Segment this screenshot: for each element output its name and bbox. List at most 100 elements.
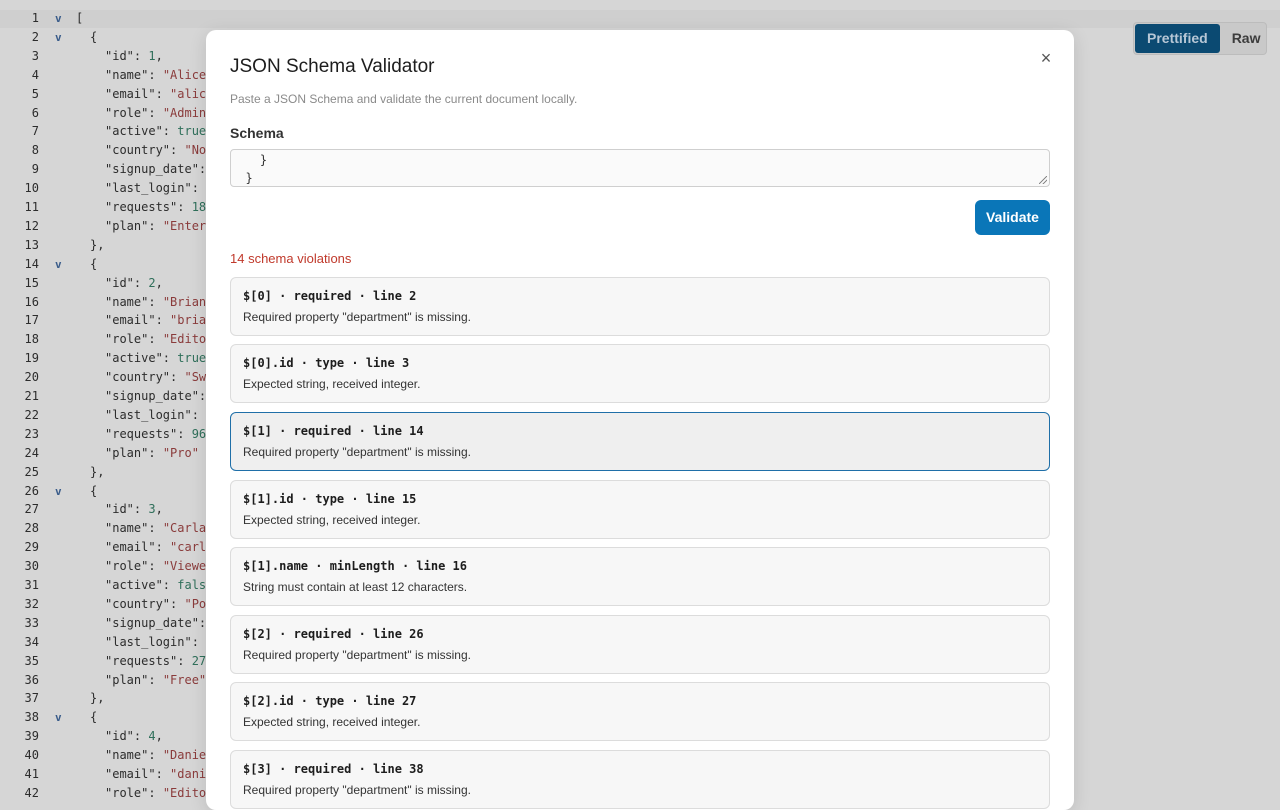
code-text: "last_login": bbox=[105, 633, 199, 652]
close-icon[interactable]: × bbox=[1038, 48, 1054, 68]
line-number: 11 bbox=[24, 200, 39, 214]
line-number: 36 bbox=[24, 672, 39, 687]
line-number: 1 bbox=[31, 11, 39, 25]
code-text: [ bbox=[76, 9, 83, 28]
violation-path: $[0].id · type · line 3 bbox=[243, 356, 410, 370]
validate-button[interactable]: Validate bbox=[975, 200, 1050, 235]
line-number: 2 bbox=[31, 29, 39, 44]
code-token: 4 bbox=[148, 729, 156, 744]
code-text: "name": "Brian bbox=[105, 293, 206, 312]
code-token: "email" bbox=[105, 540, 156, 555]
code-token: , bbox=[155, 502, 163, 517]
code-text: "role": "Viewe bbox=[105, 557, 206, 576]
code-token: true bbox=[177, 124, 207, 139]
line-number: 15 bbox=[24, 275, 39, 290]
violation-item[interactable]: $[1] · required · line 14 Required proper… bbox=[230, 412, 1050, 471]
violation-item[interactable]: $[1].name · minLength · line 16 String mu… bbox=[230, 547, 1050, 606]
code-text: "active": true bbox=[105, 349, 206, 368]
code-token: "Enter bbox=[162, 218, 207, 233]
code-token: "Alice bbox=[162, 67, 207, 82]
code-token: "active" bbox=[105, 124, 163, 139]
code-token: "bria bbox=[170, 313, 207, 328]
raw-button[interactable]: Raw bbox=[1220, 24, 1273, 53]
code-text: "signup_date": bbox=[105, 160, 206, 179]
violation-path: $[3] · required · line 38 bbox=[243, 762, 424, 776]
code-token: "name" bbox=[105, 521, 149, 536]
fold-toggle-icon[interactable]: v bbox=[55, 482, 65, 501]
schema-line: } bbox=[231, 171, 253, 185]
code-text: "active": true bbox=[105, 122, 206, 141]
code-token: "role" bbox=[105, 332, 149, 347]
line-number: 16 bbox=[24, 294, 39, 309]
fold-toggle-icon[interactable]: v bbox=[55, 708, 65, 727]
code-token: fals bbox=[177, 578, 207, 592]
code-token: "alic bbox=[170, 86, 207, 101]
violations-count: 14 schema violations bbox=[230, 251, 352, 266]
dialog-title: JSON Schema Validator bbox=[230, 56, 435, 77]
code-token: "id" bbox=[105, 275, 134, 290]
violation-item[interactable]: $[2] · required · line 26 Required proper… bbox=[230, 615, 1050, 674]
violation-path: $[2] · required · line 26 bbox=[243, 627, 424, 641]
code-token: "active" bbox=[105, 351, 163, 366]
violation-item[interactable]: $[3] · required · line 38 Required proper… bbox=[230, 750, 1050, 809]
code-token: : bbox=[148, 105, 163, 120]
code-token: "Edito bbox=[162, 332, 207, 347]
code-text: "requests": 18 bbox=[105, 198, 206, 217]
code-token: "requests" bbox=[105, 200, 178, 214]
schema-textarea[interactable]: } } bbox=[230, 149, 1050, 187]
line-number: 30 bbox=[24, 559, 39, 574]
violation-path: $[1].name · minLength · line 16 bbox=[243, 559, 467, 573]
code-token: : bbox=[191, 634, 199, 649]
line-number: 32 bbox=[24, 596, 39, 611]
code-token: : bbox=[170, 596, 185, 611]
code-token: "name" bbox=[105, 294, 149, 309]
code-token: 27 bbox=[191, 653, 207, 668]
prettified-button[interactable]: Prettified bbox=[1135, 24, 1220, 53]
code-token: "name" bbox=[105, 748, 149, 763]
code-token: : bbox=[177, 426, 192, 441]
code-text: "plan": "Pro" bbox=[105, 444, 199, 463]
line-number: 12 bbox=[24, 218, 39, 233]
violation-item[interactable]: $[2].id · type · line 27 Expected string,… bbox=[230, 682, 1050, 741]
code-token: }, bbox=[90, 237, 105, 252]
fold-toggle-icon[interactable]: v bbox=[55, 9, 65, 28]
code-text: { bbox=[90, 255, 97, 274]
line-number: 6 bbox=[31, 105, 39, 120]
code-token: "plan" bbox=[105, 672, 149, 687]
fold-toggle-icon[interactable]: v bbox=[55, 28, 65, 47]
schema-line: } bbox=[231, 153, 268, 167]
dialog-subtitle: Paste a JSON Schema and validate the cur… bbox=[230, 92, 578, 106]
resize-handle-icon[interactable] bbox=[1039, 176, 1047, 184]
violation-item[interactable]: $[0] · required · line 2 Required propert… bbox=[230, 277, 1050, 336]
code-token: : bbox=[177, 653, 192, 668]
code-token: "role" bbox=[105, 105, 149, 120]
code-token: "country" bbox=[105, 596, 171, 611]
code-text: }, bbox=[90, 689, 104, 708]
violation-message: String must contain at least 12 characte… bbox=[243, 580, 468, 594]
code-token: "role" bbox=[105, 785, 149, 800]
code-token: : bbox=[191, 407, 199, 422]
line-number: 29 bbox=[24, 540, 39, 555]
code-token: "name" bbox=[105, 67, 149, 82]
code-token: "email" bbox=[105, 86, 156, 101]
violation-message: Required property "department" is missin… bbox=[243, 445, 471, 459]
code-token: "No bbox=[184, 143, 207, 158]
code-text: "name": "Carla bbox=[105, 519, 206, 538]
fold-toggle-icon[interactable]: v bbox=[55, 255, 65, 274]
code-token: 2 bbox=[148, 275, 156, 290]
violation-message: Expected string, received integer. bbox=[243, 715, 421, 729]
code-token: [ bbox=[76, 11, 84, 25]
code-text: "email": "alic bbox=[105, 85, 206, 104]
code-token: "Carla bbox=[162, 521, 207, 536]
line-number: 21 bbox=[24, 389, 39, 403]
violation-message: Expected string, received integer. bbox=[243, 377, 421, 391]
code-token: "email" bbox=[105, 313, 156, 328]
violation-item[interactable]: $[0].id · type · line 3 Expected string, … bbox=[230, 344, 1050, 403]
code-text: { bbox=[90, 28, 97, 47]
code-token: , bbox=[155, 729, 163, 744]
code-token: : bbox=[133, 48, 149, 63]
code-token: "Edito bbox=[162, 785, 207, 800]
code-text: "email": "carl bbox=[105, 538, 206, 557]
code-text: "role": "Edito bbox=[105, 784, 206, 803]
violation-item[interactable]: $[1].id · type · line 15 Expected string,… bbox=[230, 480, 1050, 539]
